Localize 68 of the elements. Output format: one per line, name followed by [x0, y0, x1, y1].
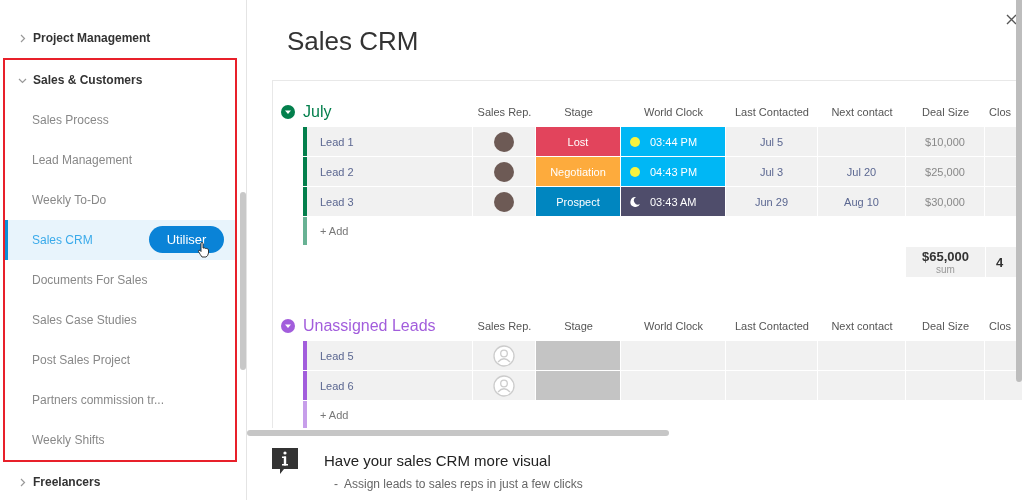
column-header: Deal Size	[920, 106, 971, 118]
table-cell: Aug 10	[818, 187, 906, 216]
clock-time: 04:43 PM	[650, 165, 698, 178]
column-header: World Clock	[642, 106, 705, 118]
column-header: Stage	[563, 106, 594, 118]
sidebar-item[interactable]: Sales Process	[5, 100, 235, 140]
stage-label[interactable]: Lost	[536, 127, 621, 156]
sidebar-item[interactable]: Partners commission tr...	[5, 380, 235, 420]
sidebar-item[interactable]: Documents For Sales	[5, 260, 235, 300]
sun-icon	[629, 135, 641, 148]
category-label[interactable]: Project Management	[33, 31, 151, 45]
table-cell: Jul 3	[726, 157, 818, 186]
lead-name-cell[interactable]: Lead 1	[303, 127, 473, 156]
use-button[interactable]: Utiliser	[149, 226, 224, 253]
column-header: Deal Size	[920, 320, 971, 332]
info-title: Have your sales CRM more visual	[324, 452, 552, 469]
sum-value: 4	[996, 254, 1004, 270]
table-cell: Jun 29	[726, 187, 818, 216]
sidebar-item[interactable]: Post Sales Project	[5, 340, 235, 380]
stage-label[interactable]: Prospect	[536, 187, 621, 216]
column-header: Sales Rep.	[476, 106, 533, 118]
lead-name-cell[interactable]: Lead 3	[303, 187, 473, 216]
collapse-toggle-icon[interactable]	[281, 319, 295, 333]
sum-caption: sum	[936, 264, 955, 275]
column-header: Clos	[988, 106, 1012, 118]
table-cell: $30,000	[906, 187, 985, 216]
info-icon	[272, 448, 298, 474]
lead-name-cell[interactable]: Lead 2	[303, 157, 473, 186]
group-title[interactable]: Unassigned Leads	[303, 317, 473, 335]
moon-icon	[629, 195, 641, 208]
column-header: World Clock	[642, 320, 705, 332]
stage-cell[interactable]	[536, 371, 621, 400]
column-header: Clos	[988, 320, 1012, 332]
scrollbar[interactable]	[1016, 0, 1022, 382]
lead-name-cell[interactable]: Lead 6	[303, 371, 473, 400]
scrollbar[interactable]	[240, 192, 246, 370]
group-title[interactable]: July	[303, 103, 473, 121]
column-header: Next contact	[830, 106, 894, 118]
clock-time: 03:43 AM	[650, 195, 697, 208]
table-cell: Jul 5	[726, 127, 818, 156]
clock-time: 03:44 PM	[650, 135, 698, 148]
chevron-right-icon	[18, 33, 27, 43]
table-cell: $25,000	[906, 157, 985, 186]
table-cell: $10,000	[906, 127, 985, 156]
table-cell: Jul 20	[818, 157, 906, 186]
sidebar-item-label[interactable]: Sales CRM	[32, 233, 93, 247]
hand-cursor-icon	[197, 242, 210, 258]
collapse-toggle-icon[interactable]	[281, 105, 295, 119]
info-bullet: - Assign leads to sales reps in just a few clicks	[334, 477, 583, 491]
lead-name-cell[interactable]: Lead 5	[303, 341, 473, 370]
sidebar-item[interactable]: Weekly Shifts	[5, 420, 235, 460]
board-title: Sales CRM	[286, 24, 419, 58]
column-header: Sales Rep.	[476, 320, 533, 332]
chevron-right-icon	[18, 477, 27, 487]
sun-icon	[629, 165, 641, 178]
sidebar-item[interactable]: Weekly To-Do	[5, 180, 235, 220]
sidebar-item[interactable]: Sales Case Studies	[5, 300, 235, 340]
category-label[interactable]: Sales & Customers	[33, 73, 143, 87]
category-label[interactable]: Freelancers	[33, 475, 101, 489]
stage-cell[interactable]	[536, 341, 621, 370]
column-header: Last Contacted	[734, 320, 810, 332]
close-icon[interactable]	[1006, 14, 1017, 25]
sum-value: $65,000	[922, 249, 969, 264]
sidebar-item[interactable]: Lead Management	[5, 140, 235, 180]
scrollbar[interactable]	[247, 430, 669, 436]
column-header: Stage	[563, 320, 594, 332]
column-header: Next contact	[830, 320, 894, 332]
column-header: Last Contacted	[734, 106, 810, 118]
